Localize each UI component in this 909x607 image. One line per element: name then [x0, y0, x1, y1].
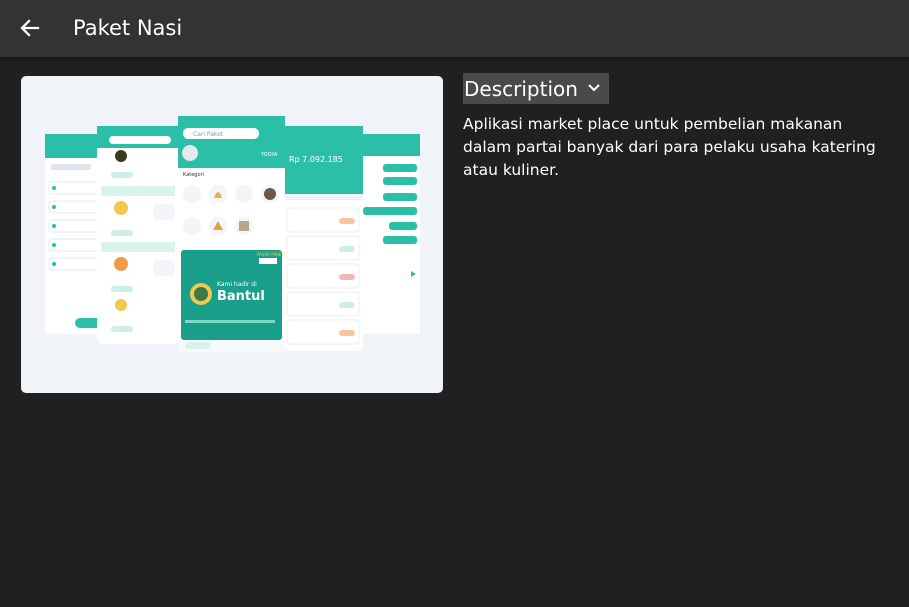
page-title: Paket Nasi — [73, 16, 183, 40]
banner-line1: Kami hadir di — [217, 281, 257, 288]
app-preview-image: Rp 7.092.185 Cari Paket YOGYA Kategori P… — [21, 76, 443, 393]
app-bar: Paket Nasi — [0, 0, 909, 57]
description-toggle-label: Description — [464, 76, 578, 101]
banner-small-label: PASAR PAKET — [257, 252, 284, 257]
description-toggle[interactable]: Description — [463, 73, 609, 104]
back-button[interactable] — [12, 10, 48, 46]
description-text: Aplikasi market place untuk pembelian ma… — [463, 115, 876, 179]
arrow-left-icon — [20, 19, 40, 37]
mockup-screen-catalog — [97, 126, 179, 344]
banner-line2: Bantul — [217, 289, 265, 304]
wallet-amount: Rp 7.092.185 — [289, 155, 343, 164]
location-label: YOGYA — [260, 152, 278, 158]
search-placeholder: Cari Paket — [193, 131, 224, 138]
category-heading: Kategori — [183, 172, 204, 178]
mockup-screen-chat — [363, 134, 420, 334]
mockup-screen-wallet: Rp 7.092.185 — [283, 126, 363, 351]
chevron-down-icon — [588, 84, 600, 92]
app-screenshots-mockup: Rp 7.092.185 Cari Paket YOGYA Kategori P… — [45, 116, 420, 352]
mockup-screen-home: Cari Paket YOGYA Kategori PASAR PAKET Ka… — [178, 116, 285, 352]
